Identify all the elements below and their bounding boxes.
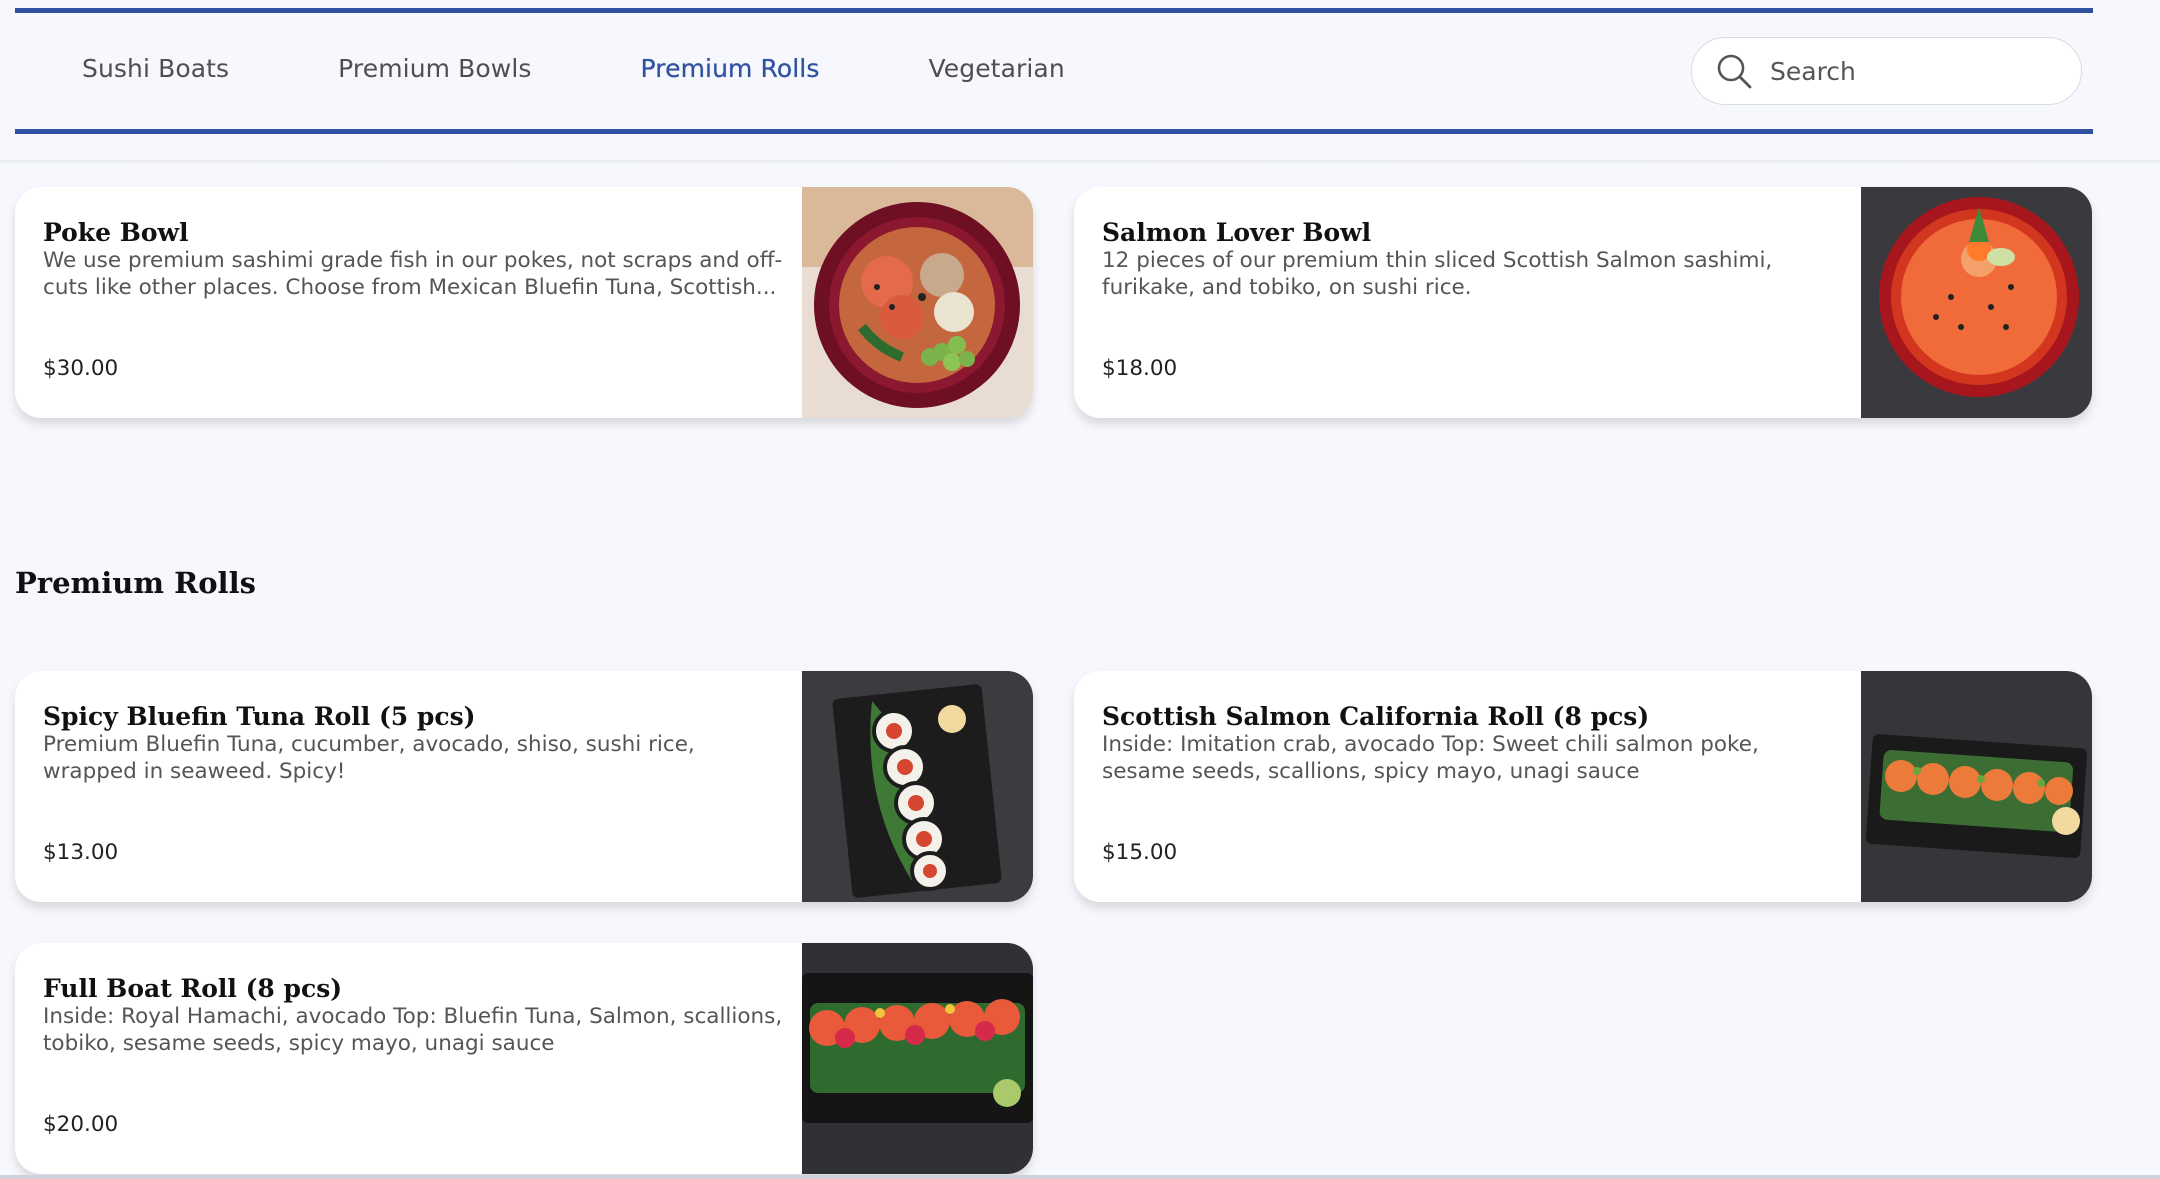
salmon-bowl-photo — [1861, 187, 2092, 418]
menu-item-card[interactable]: Poke Bowl We use premium sashimi grade f… — [15, 187, 1033, 418]
item-price: $20.00 — [43, 1112, 119, 1137]
item-title: Poke Bowl — [43, 218, 189, 247]
section-title-premium-rolls: Premium Rolls — [15, 566, 256, 600]
full-boat-roll-photo — [802, 943, 1033, 1174]
search-icon — [1717, 54, 1752, 89]
tab-sushi-boats[interactable]: Sushi Boats — [82, 54, 229, 83]
item-title: Salmon Lover Bowl — [1102, 218, 1372, 247]
poke-bowl-photo — [802, 187, 1033, 418]
search-input[interactable] — [1770, 56, 2050, 86]
item-description: Inside: Royal Hamachi, avocado Top: Blue… — [43, 1004, 783, 1056]
item-price: $18.00 — [1102, 356, 1178, 381]
page-bottom-edge — [0, 1175, 2160, 1179]
item-title: Scottish Salmon California Roll (8 pcs) — [1102, 702, 1650, 731]
nav-top-border — [15, 8, 2093, 13]
item-description: We use premium sashimi grade fish in our… — [43, 248, 783, 300]
salmon-california-roll-photo — [1861, 671, 2092, 902]
item-description: Inside: Imitation crab, avocado Top: Swe… — [1102, 732, 1759, 784]
item-description: 12 pieces of our premium thin sliced Sco… — [1102, 248, 1773, 300]
menu-item-card[interactable]: Full Boat Roll (8 pcs) Inside: Royal Ham… — [15, 943, 1033, 1174]
tab-vegetarian[interactable]: Vegetarian — [928, 54, 1064, 83]
tuna-roll-photo — [802, 671, 1033, 902]
item-title: Spicy Bluefin Tuna Roll (5 pcs) — [43, 702, 476, 731]
menu-page: Sushi Boats Premium Bowls Premium Rolls … — [0, 0, 2160, 1179]
item-price: $13.00 — [43, 840, 119, 865]
nav-bottom-border — [15, 129, 2093, 134]
menu-item-card[interactable]: Salmon Lover Bowl 12 pieces of our premi… — [1074, 187, 2092, 418]
item-title: Full Boat Roll (8 pcs) — [43, 974, 343, 1003]
menu-item-card[interactable]: Spicy Bluefin Tuna Roll (5 pcs) Premium … — [15, 671, 1033, 902]
item-price: $30.00 — [43, 356, 119, 381]
menu-item-card[interactable]: Scottish Salmon California Roll (8 pcs) … — [1074, 671, 2092, 902]
tab-premium-rolls[interactable]: Premium Rolls — [641, 54, 820, 83]
nav-divider — [0, 160, 2160, 164]
item-description: Premium Bluefin Tuna, cucumber, avocado,… — [43, 732, 695, 784]
tab-premium-bowls[interactable]: Premium Bowls — [338, 54, 531, 83]
category-tabs: Sushi Boats Premium Bowls Premium Rolls … — [82, 48, 1174, 88]
search-box[interactable] — [1691, 37, 2082, 105]
item-price: $15.00 — [1102, 840, 1178, 865]
